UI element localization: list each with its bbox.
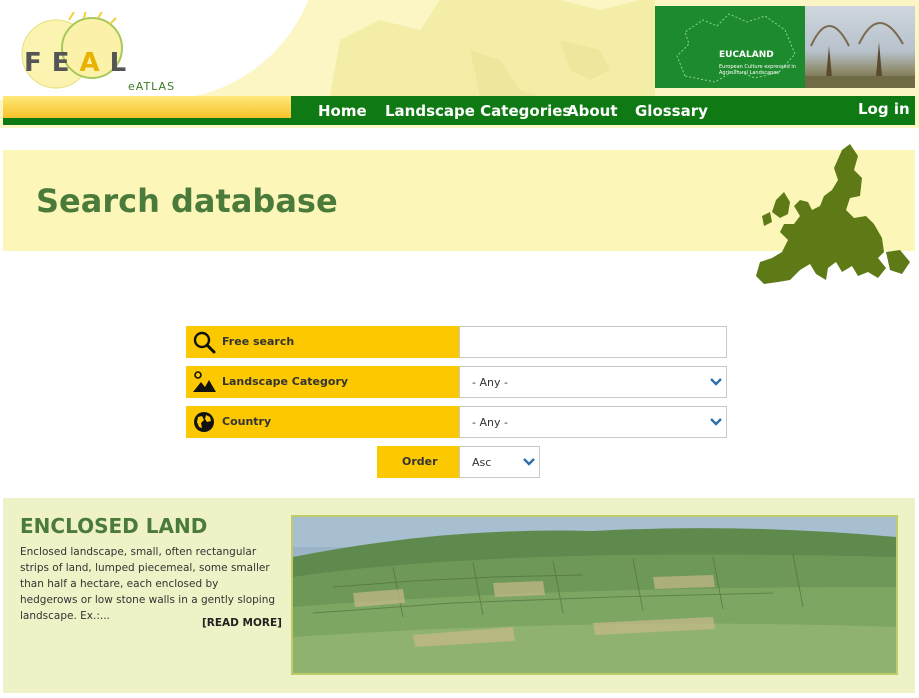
country-row: Country - Any -: [186, 406, 727, 438]
country-label: Country: [222, 415, 272, 428]
willow-trees-photo: [805, 6, 915, 88]
login-link[interactable]: Log in: [858, 100, 910, 118]
free-search-label-box: Free search: [186, 326, 459, 358]
logo-subtitle: eATLAS: [128, 80, 176, 93]
read-more-link[interactable]: [READ MORE]: [202, 617, 282, 629]
site-header: FEAL eATLAS EUCALAND European Culture ex…: [0, 0, 919, 128]
country-label-box: Country: [186, 406, 459, 438]
logo-letter: A: [79, 48, 110, 78]
free-search-row: Free search: [186, 326, 727, 358]
nav-about[interactable]: About: [567, 102, 618, 120]
chevron-down-icon: [710, 378, 722, 386]
landscape-category-label-box: Landscape Category: [186, 366, 459, 398]
result-description: Enclosed landscape, small, often rectang…: [20, 546, 276, 622]
eucaland-banner[interactable]: EUCALAND European Culture expressed in A…: [655, 6, 805, 88]
banner-subtitle: European Culture expressed in Agricultur…: [719, 64, 796, 76]
globe-icon: [194, 412, 214, 432]
order-row: Order Asc: [377, 446, 540, 478]
header-green-stripe: [3, 118, 291, 125]
chevron-down-icon: [710, 418, 722, 426]
result-card: ENCLOSED LAND Enclosed landscape, small,…: [3, 498, 915, 693]
logo-letter: L: [109, 48, 137, 78]
willow-trees-drawing: [805, 22, 915, 88]
free-search-label: Free search: [222, 335, 295, 348]
enclosed-land-photo[interactable]: [291, 515, 898, 675]
order-select[interactable]: Asc: [459, 446, 540, 478]
order-value: Asc: [472, 456, 492, 469]
nav-landscape-categories[interactable]: Landscape Categories: [385, 102, 571, 120]
country-select[interactable]: - Any -: [459, 406, 727, 438]
order-label: Order: [402, 455, 438, 468]
chevron-down-icon: [523, 458, 535, 466]
logo-letter: F: [24, 48, 52, 78]
main-nav: Home Landscape Categories About Glossary…: [291, 96, 915, 125]
header-yellow-stripe: [3, 96, 291, 118]
result-title[interactable]: ENCLOSED LAND: [20, 514, 207, 538]
europe-map-icon: [756, 144, 910, 284]
logo-letter: E: [51, 48, 80, 78]
page-title: Search database: [36, 182, 338, 220]
landscape-category-row: Landscape Category - Any -: [186, 366, 727, 398]
logo-wordmark: FEAL: [24, 48, 136, 78]
landscape-category-value: - Any -: [472, 376, 508, 389]
nav-glossary[interactable]: Glossary: [635, 102, 708, 120]
feal-logo[interactable]: FEAL eATLAS: [14, 12, 194, 96]
landscape-icon: [193, 371, 216, 392]
country-value: - Any -: [472, 416, 508, 429]
nav-home[interactable]: Home: [318, 102, 367, 120]
order-label-box: Order: [377, 446, 459, 478]
magnifier-icon: [193, 331, 216, 354]
banner-title: EUCALAND: [719, 50, 774, 60]
landscape-category-select[interactable]: - Any -: [459, 366, 727, 398]
enclosed-land-landscape: [293, 517, 896, 673]
landscape-category-label: Landscape Category: [222, 375, 349, 388]
free-search-input[interactable]: [459, 326, 727, 358]
